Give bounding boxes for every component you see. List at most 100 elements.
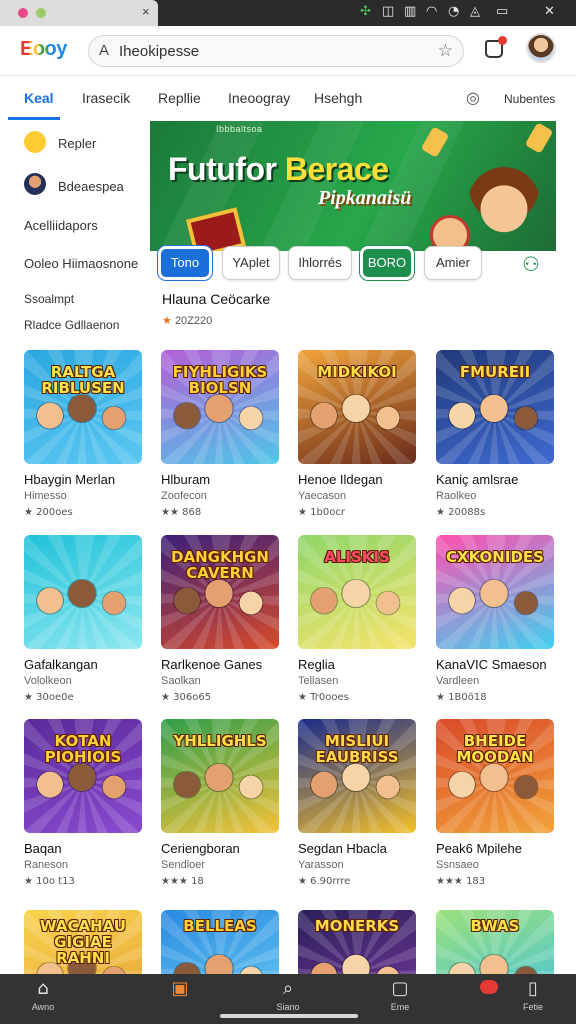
user-avatar[interactable] (526, 33, 556, 63)
location-pin-icon[interactable]: ◎ (466, 88, 480, 107)
character-illustration (511, 775, 541, 805)
window-titlebar: × ✣ ◫ ▥ ◠ ◔ ◬ ▭ ✕ (0, 0, 576, 26)
character-illustration (99, 591, 129, 621)
game-title-art: FMUREII (459, 363, 531, 381)
home-indicator[interactable] (220, 1014, 358, 1018)
character-illustration (236, 775, 266, 805)
game-name: Rarlkenoe Ganes (161, 657, 263, 672)
character-illustration (338, 763, 374, 799)
favorite-star-icon[interactable]: ☆ (438, 41, 453, 61)
emoji-icon (24, 131, 46, 153)
search-input[interactable] (119, 41, 419, 61)
bottom-nav-home[interactable]: ⌂ Awno (13, 976, 73, 1012)
search-icon: ⌕ (282, 978, 294, 999)
bottom-nav-label: Siano (276, 1002, 300, 1012)
window-minimize-dot[interactable] (36, 8, 46, 18)
game-thumbnail[interactable]: DANGKHGN CAVERN (161, 535, 279, 649)
sidebar-item-rladce[interactable]: Rladce Gdllaenon (24, 318, 119, 332)
notifications-icon[interactable] (480, 980, 498, 994)
sidebar-item-ooleo[interactable]: Ooleo Hiimaosnone (24, 256, 138, 271)
search-icon: A (99, 42, 110, 59)
game-rating: ★ 10o t13 (24, 876, 75, 887)
tab-nubentes[interactable]: Nubentes (504, 92, 555, 106)
banner-title-yellow: Berace (284, 151, 389, 187)
character-illustration (99, 406, 129, 436)
sidebar-item-ssoalmpt[interactable]: Ssoalmpt (24, 292, 74, 306)
game-name: Segdan Hbacla (298, 841, 387, 856)
game-rating: ★★ 868 (161, 507, 202, 518)
character-illustration (170, 587, 204, 621)
character-illustration (373, 406, 403, 436)
game-thumbnail[interactable] (24, 535, 142, 649)
bookmark-icon: ▯ (528, 978, 538, 999)
star-icon: ★ (162, 314, 172, 327)
game-rating: ★ 1b0ocr (298, 507, 345, 518)
chip-yaplet[interactable]: YAplet (222, 246, 280, 280)
banner-subtitle: Pipkanaisü (318, 187, 412, 209)
sidebar-item-bdeaespea[interactable]: Bdeaespea (58, 179, 124, 194)
featured-meta-text: 20Z220 (174, 315, 213, 327)
game-thumbnail[interactable]: KOTAN PIOHIOIS (24, 719, 142, 833)
category-tabs: Keal Irasecik Repllie Ineoogray Hsehgh ◎… (0, 76, 576, 120)
game-rating: ★★★ 183 (436, 876, 486, 887)
sidebar-item-acelliidapors[interactable]: Acelliidapors (24, 218, 98, 233)
tab-hsehgh[interactable]: Hsehgh (314, 90, 362, 106)
featured-banner[interactable]: Ibbbaltsoa Futufor Berace Pipkanaisü (150, 121, 556, 251)
home-icon: ⌂ (37, 978, 49, 999)
library-icon: ▢ (391, 978, 409, 999)
bottom-nav-apps[interactable]: ▣ (150, 976, 210, 1002)
tab-irasecik[interactable]: Irasecik (82, 90, 130, 106)
people-icon[interactable]: ⚇ (522, 252, 540, 276)
game-thumbnail[interactable]: BHEIDE MOODAN (436, 719, 554, 833)
character-illustration (201, 763, 237, 799)
tab-repllie[interactable]: Repllie (158, 90, 201, 106)
game-title-art: MIDKIKOI (317, 363, 397, 381)
chip-ihlorres[interactable]: Ihlorrés (288, 246, 352, 280)
bottom-nav-label: Fetie (522, 1002, 543, 1012)
game-rating: ★ 30oe0e (24, 692, 74, 703)
game-thumbnail[interactable]: FMUREII (436, 350, 554, 464)
sidebar-item-repler[interactable]: Repler (58, 136, 96, 151)
window-close-icon[interactable]: ✕ (544, 4, 555, 19)
bottom-nav-saved[interactable]: ▯ Fetie (503, 976, 563, 1012)
shopping-bag-icon[interactable] (485, 36, 507, 58)
logo-text: Eooy (20, 38, 67, 60)
game-title-art: BHEIDE MOODAN (456, 732, 534, 766)
app-u-icon[interactable]: ◫ (382, 4, 394, 19)
chip-amier[interactable]: Amier (424, 246, 482, 280)
game-thumbnail[interactable]: FIYHLIGIKS BIOLSN (161, 350, 279, 464)
game-thumbnail[interactable]: MISLIUI EAUBRISS (298, 719, 416, 833)
window-close-dot[interactable] (18, 8, 28, 18)
character-illustration (99, 775, 129, 805)
bottom-nav-search[interactable]: ⌕ Siano (258, 976, 318, 1012)
chip-boro[interactable]: BORO (360, 246, 414, 280)
status-icon: ◔ (448, 4, 460, 19)
volume-icon: ◬ (470, 4, 480, 19)
character-illustration (170, 402, 204, 436)
browser-tab[interactable]: × (0, 0, 158, 26)
notification-badge (498, 36, 507, 45)
game-thumbnail[interactable]: YHLLIGHLS (161, 719, 279, 833)
game-rating: ★ 1B0ö18 (436, 692, 487, 703)
character-illustration (511, 591, 541, 621)
featured-title[interactable]: Hlauna Ceöcarke (162, 291, 270, 307)
game-subtitle: Raneson (24, 859, 69, 871)
game-thumbnail[interactable]: MIDKIKOI (298, 350, 416, 464)
game-title-art: FIYHLIGIKS BIOLSN (172, 363, 268, 397)
search-bar[interactable]: A ☆ (88, 35, 464, 67)
game-thumbnail[interactable]: ALISKIS (298, 535, 416, 649)
puzzle-icon[interactable]: ✣ (360, 4, 371, 19)
game-subtitle: Vololkeon (24, 675, 72, 687)
tab-close-icon[interactable]: × (142, 4, 150, 19)
tab-ineoogray[interactable]: Ineoogray (228, 90, 290, 106)
game-thumbnail[interactable]: RALTGA RIBLUSEN (24, 350, 142, 464)
app-n-icon[interactable]: ▥ (404, 4, 416, 19)
character-illustration (33, 771, 67, 805)
character-illustration (236, 591, 266, 621)
bottom-nav-library[interactable]: ▢ Eme (370, 976, 430, 1012)
chip-tono[interactable]: Tono (158, 246, 212, 280)
game-thumbnail[interactable]: CXKONIDES (436, 535, 554, 649)
character-illustration (33, 587, 67, 621)
tab-keal[interactable]: Keal (24, 90, 54, 106)
app-logo[interactable]: Eooy (20, 38, 67, 61)
